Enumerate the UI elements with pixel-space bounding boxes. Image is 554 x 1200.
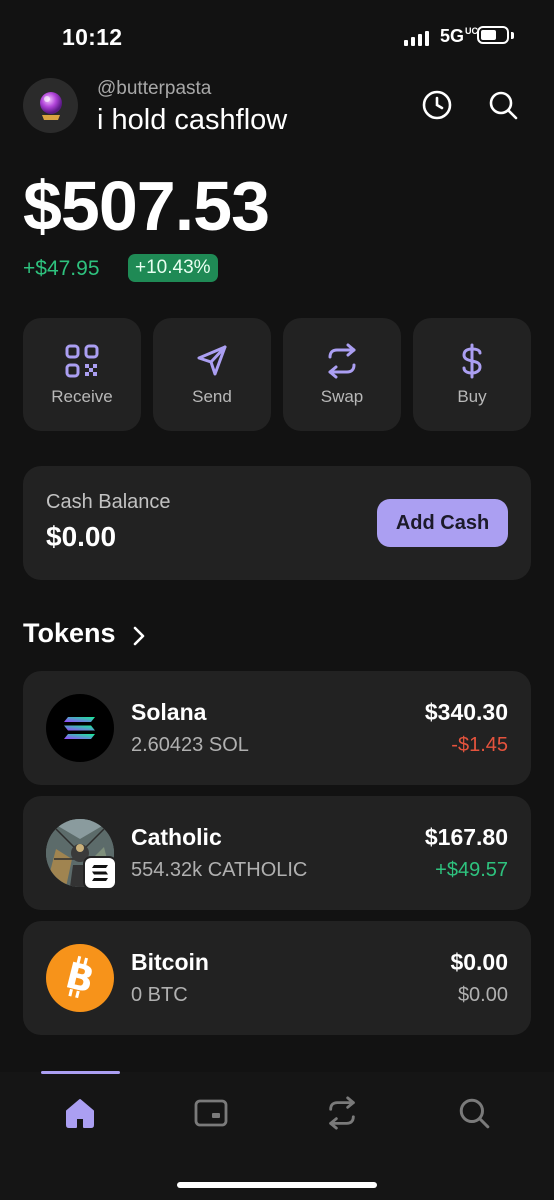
send-button[interactable]: Send xyxy=(153,318,271,431)
avatar[interactable] xyxy=(23,78,78,133)
token-change: $0.00 xyxy=(457,984,508,1006)
token-name: Catholic xyxy=(131,824,222,850)
balance-change: +$47.95 xyxy=(23,257,100,280)
bottom-nav xyxy=(0,1072,554,1200)
token-usd-value: $167.80 xyxy=(424,824,508,850)
token-row-catholic[interactable]: Catholic 554.32k CATHOLIC $167.80 +$49.5… xyxy=(23,796,531,910)
battery-tip xyxy=(511,32,514,39)
token-change: +$49.57 xyxy=(435,859,508,881)
account-handle: @butterpasta xyxy=(97,78,212,99)
wallet-name[interactable]: i hold cashflow xyxy=(97,104,287,137)
buy-button[interactable]: Buy xyxy=(413,318,531,431)
cash-balance-label: Cash Balance xyxy=(46,491,171,513)
home-icon[interactable] xyxy=(60,1093,100,1133)
token-amount: 2.60423 SOL xyxy=(131,734,249,756)
bitcoin-logo-icon: B xyxy=(46,944,114,1012)
search-icon[interactable] xyxy=(487,89,519,121)
search-icon[interactable] xyxy=(454,1093,494,1133)
swap-label: Swap xyxy=(320,387,364,406)
active-tab-indicator xyxy=(41,1071,120,1074)
token-amount: 554.32k CATHOLIC xyxy=(131,859,308,881)
receive-label: Receive xyxy=(51,387,113,406)
battery-icon xyxy=(477,26,509,44)
home-indicator[interactable] xyxy=(177,1182,377,1188)
dollar-icon xyxy=(413,343,531,379)
token-row-bitcoin[interactable]: B Bitcoin 0 BTC $0.00 $0.00 xyxy=(23,921,531,1035)
token-amount: 0 BTC xyxy=(131,984,188,1006)
cash-balance-card: Cash Balance $0.00 Add Cash xyxy=(23,466,531,580)
tokens-section-title[interactable]: Tokens xyxy=(23,618,116,649)
solana-chain-badge-icon xyxy=(83,856,117,890)
network-indicator: 5GUC xyxy=(440,26,478,47)
clock-icon[interactable] xyxy=(421,89,453,121)
token-change: -$1.45 xyxy=(451,734,508,756)
send-icon xyxy=(153,343,271,379)
swap-icon[interactable] xyxy=(322,1093,362,1133)
svg-text:B: B xyxy=(62,955,99,1001)
token-usd-value: $340.30 xyxy=(424,699,508,725)
qr-code-icon xyxy=(23,343,141,379)
swap-button[interactable]: Swap xyxy=(283,318,401,431)
swap-icon xyxy=(283,343,401,379)
chevron-right-icon[interactable] xyxy=(130,625,148,652)
token-row-solana[interactable]: Solana 2.60423 SOL $340.30 -$1.45 xyxy=(23,671,531,785)
change-percent-badge: +10.43% xyxy=(128,254,218,282)
token-name: Bitcoin xyxy=(131,949,209,975)
total-balance: $507.53 xyxy=(23,167,270,245)
status-time: 10:12 xyxy=(62,24,123,50)
cash-balance-value: $0.00 xyxy=(46,521,117,552)
receive-button[interactable]: Receive xyxy=(23,318,141,431)
solana-logo-icon xyxy=(46,694,114,762)
crystal-ball-icon xyxy=(39,91,62,120)
add-cash-button[interactable]: Add Cash xyxy=(377,499,508,547)
buy-label: Buy xyxy=(457,387,487,406)
token-name: Solana xyxy=(131,699,207,725)
send-label: Send xyxy=(192,387,232,406)
signal-icon xyxy=(404,30,429,46)
token-usd-value: $0.00 xyxy=(450,949,508,975)
network-label: 5G xyxy=(440,26,465,46)
wallet-card-icon[interactable] xyxy=(191,1093,231,1133)
